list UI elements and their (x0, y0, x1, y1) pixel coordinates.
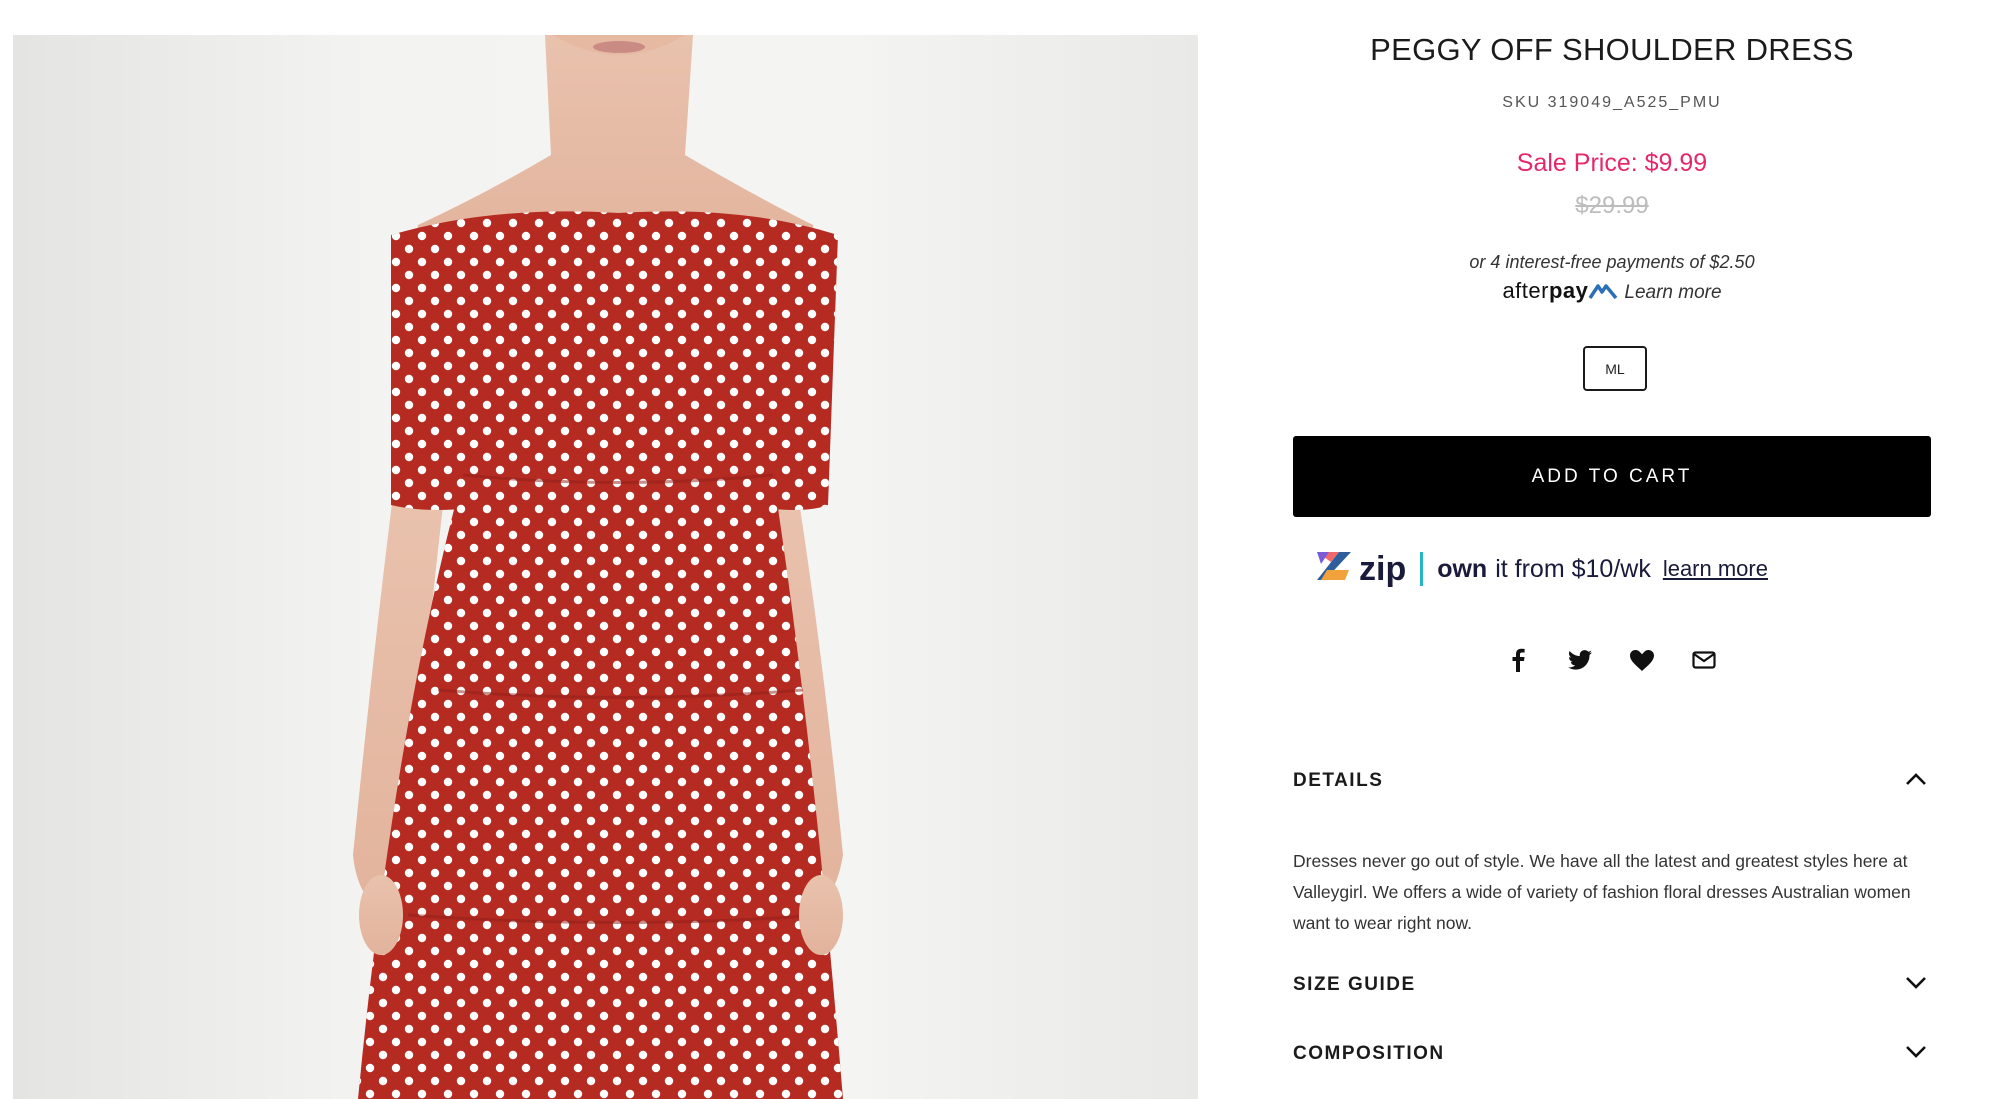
size-guide-title: SIZE GUIDE (1293, 974, 1416, 995)
afterpay-logo-light: after (1502, 278, 1549, 303)
zip-own: own (1437, 554, 1488, 583)
chevron-up-icon (1905, 772, 1927, 791)
afterpay-row: afterpay Learn more (1293, 278, 1931, 306)
dress-illustration (353, 35, 843, 1099)
zip-logo-icon (1315, 548, 1353, 591)
zip-learn-more-link[interactable]: learn more (1663, 556, 1768, 582)
composition-accordion-header[interactable]: COMPOSITION (1293, 1037, 1931, 1071)
afterpay-learn-more-link[interactable]: Learn more (1624, 282, 1721, 303)
heart-icon[interactable] (1630, 648, 1654, 672)
afterpay-mark-icon (1588, 284, 1618, 306)
twitter-icon[interactable] (1568, 648, 1592, 672)
details-accordion-header[interactable]: DETAILS (1293, 764, 1931, 798)
product-sku: SKU 319049_A525_PMU (1502, 94, 1722, 111)
size-guide-accordion-header[interactable]: SIZE GUIDE (1293, 968, 1931, 1002)
zip-divider (1420, 552, 1424, 586)
zip-promo: zip own it from $10/wk learn more (1315, 545, 1768, 593)
zip-text: it from $10/wk (1495, 554, 1651, 583)
facebook-icon[interactable] (1506, 648, 1530, 672)
add-to-cart-button[interactable]: ADD TO CART (1293, 436, 1931, 517)
product-title: PEGGY OFF SHOULDER DRESS (1370, 32, 1854, 67)
composition-title: COMPOSITION (1293, 1043, 1445, 1064)
chevron-down-icon (1905, 1045, 1927, 1064)
afterpay-logo: afterpay (1502, 278, 1588, 303)
share-row (1506, 648, 1716, 672)
afterpay-installments: or 4 interest-free payments of $2.50 (1469, 252, 1755, 272)
mail-icon[interactable] (1692, 648, 1716, 672)
original-price: $29.99 (1575, 192, 1649, 219)
sale-price: Sale Price: $9.99 (1516, 149, 1708, 177)
afterpay-logo-bold: pay (1548, 278, 1589, 303)
details-description: Dresses never go out of style. We have a… (1293, 851, 1911, 933)
chevron-down-icon (1905, 976, 1927, 995)
product-image[interactable] (13, 35, 1198, 1099)
zip-logo-text: zip (1359, 549, 1407, 588)
size-option-ml[interactable]: ML (1583, 346, 1647, 391)
details-title: DETAILS (1293, 770, 1384, 791)
product-panel: PEGGY OFF SHOULDER DRESS SKU 319049_A525… (1293, 0, 1931, 1099)
